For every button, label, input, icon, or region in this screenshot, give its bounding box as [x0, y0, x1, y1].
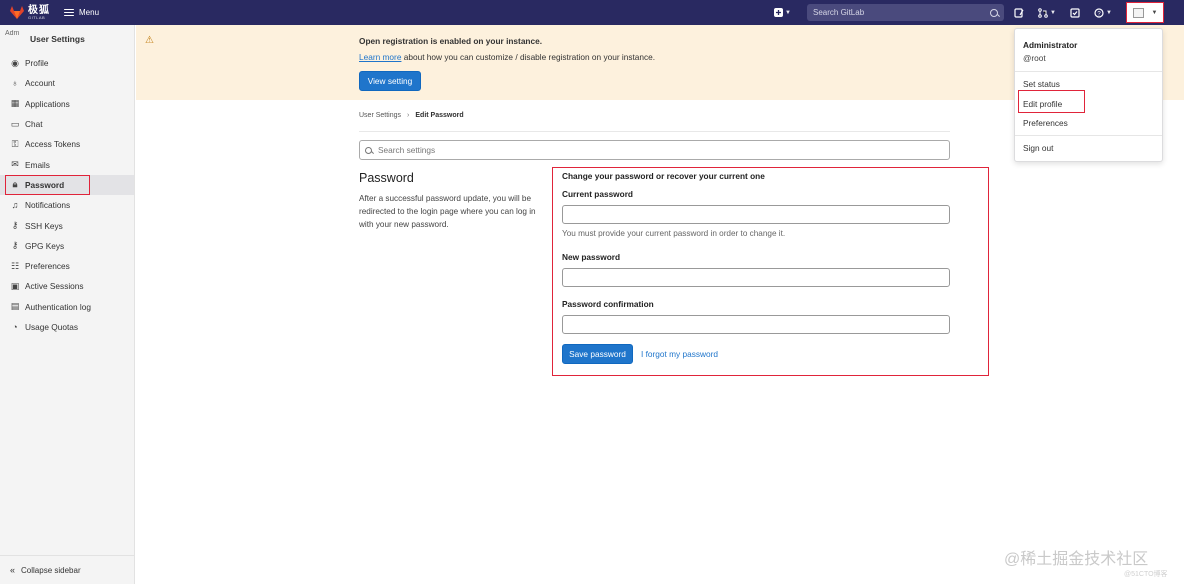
- collapse-sidebar-button[interactable]: « Collapse sidebar: [0, 555, 134, 584]
- sign-out-item[interactable]: Sign out: [1023, 143, 1053, 153]
- key-icon: ⚷: [11, 220, 19, 231]
- user-avatar-button[interactable]: ▼: [1126, 2, 1164, 23]
- search-icon: [365, 146, 372, 154]
- breadcrumb: User Settings › Edit Password: [359, 112, 464, 119]
- form-heading: Change your password or recover your cur…: [562, 171, 765, 181]
- current-password-field[interactable]: [562, 205, 950, 224]
- brand-subtext: GITLAB: [28, 14, 46, 20]
- plus-square-icon: [774, 8, 783, 17]
- learn-more-link[interactable]: Learn more: [359, 52, 401, 62]
- sidebar-item-ssh-keys[interactable]: ⚷ SSH Keys: [0, 215, 134, 235]
- new-password-field[interactable]: [562, 268, 950, 287]
- chevron-down-icon: ▼: [1050, 9, 1056, 16]
- avatar: [1132, 7, 1144, 18]
- search-icon: [990, 8, 998, 17]
- nav-icons: ▼ ? ▼: [1014, 0, 1112, 25]
- preferences-icon: ☷: [10, 260, 20, 271]
- watermark-small: @51CTO博客: [1124, 571, 1168, 578]
- global-search-input[interactable]: Search GitLab: [807, 4, 1004, 21]
- forgot-password-link[interactable]: I forgot my password: [641, 349, 718, 359]
- token-icon: ⚿: [11, 138, 19, 149]
- issues-icon[interactable]: [1014, 7, 1024, 18]
- divider: [1015, 71, 1162, 72]
- sidebar-item-access-tokens[interactable]: ⚿ Access Tokens: [0, 134, 134, 154]
- avatar: Adm: [5, 30, 20, 37]
- password-confirmation-label: Password confirmation: [562, 299, 654, 309]
- sidebar-item-usage-quotas[interactable]: ◔ Usage Quotas: [0, 317, 134, 337]
- merge-requests-icon[interactable]: ▼: [1038, 7, 1056, 18]
- bell-icon: ♫: [11, 200, 19, 211]
- sidebar-item-profile[interactable]: ◉ Profile: [0, 53, 134, 73]
- password-confirmation-field[interactable]: [562, 315, 950, 334]
- warning-icon: ⚠: [145, 35, 154, 46]
- sidebar-item-applications[interactable]: ▦ Applications: [0, 94, 134, 114]
- user-dropdown-menu: Administrator @root Set status Edit prof…: [1014, 28, 1163, 162]
- section-description: After a successful password update, you …: [359, 194, 536, 229]
- search-settings-input[interactable]: Search settings: [359, 140, 950, 160]
- highlight-box: [5, 174, 90, 195]
- search-settings-placeholder: Search settings: [378, 145, 436, 155]
- sidebar-nav: ◉ Profile ♁ Account ▦ Applications ▭ Chat ⚿ A…: [0, 53, 134, 337]
- watermark: @稀土掘金技术社区: [1004, 551, 1149, 568]
- preferences-item[interactable]: Preferences: [1023, 118, 1068, 128]
- sidebar-item-chat[interactable]: ▭ Chat: [0, 114, 134, 134]
- create-new-button[interactable]: ▼: [774, 0, 791, 25]
- double-chevron-left-icon: «: [10, 565, 16, 575]
- applications-icon: ▦: [10, 98, 20, 109]
- sidebar-item-password[interactable]: 🔒︎ Password: [0, 174, 134, 196]
- top-navbar: 极狐 GITLAB Menu ▼ Search GitLab ▼ ? ▼ ▼: [0, 0, 1184, 25]
- save-password-button[interactable]: Save password: [562, 344, 633, 364]
- divider: [359, 131, 950, 132]
- fox-logo-icon: [10, 6, 24, 19]
- profile-icon: ◉: [11, 57, 19, 68]
- sidebar-item-account[interactable]: ♁ Account: [0, 73, 134, 93]
- breadcrumb-user-settings[interactable]: User Settings: [359, 112, 401, 119]
- monitor-icon: ▣: [10, 280, 20, 291]
- new-password-label: New password: [562, 252, 621, 262]
- sidebar-item-emails[interactable]: ✉ Emails: [0, 154, 134, 174]
- hamburger-icon: [64, 8, 74, 17]
- current-password-label: Current password: [562, 189, 633, 199]
- quota-icon: ◔: [12, 322, 18, 332]
- edit-profile-item[interactable]: Edit profile: [1023, 99, 1062, 109]
- section-title: Password: [359, 171, 414, 185]
- banner-text: Learn more about how you can customize /…: [359, 52, 656, 62]
- sidebar-header[interactable]: Adm User Settings: [0, 25, 134, 53]
- chevron-down-icon: ▼: [785, 9, 791, 16]
- sidebar-item-gpg-keys[interactable]: ⚷ GPG Keys: [0, 236, 134, 256]
- dropdown-user-name[interactable]: Administrator: [1023, 40, 1077, 50]
- set-status-item[interactable]: Set status: [1023, 79, 1060, 89]
- chevron-right-icon: ›: [407, 112, 410, 119]
- sidebar-item-preferences[interactable]: ☷ Preferences: [0, 256, 134, 276]
- menu-label: Menu: [79, 8, 100, 17]
- chevron-down-icon: ▼: [1105, 9, 1112, 16]
- settings-sidebar: Adm User Settings ◉ Profile ♁ Account ▦ App…: [0, 25, 135, 584]
- sidebar-item-authentication-log[interactable]: ▤ Authentication log: [0, 297, 134, 317]
- brand-logo-link[interactable]: 极狐 GITLAB: [10, 4, 50, 20]
- sidebar-item-notifications[interactable]: ♫ Notifications: [0, 195, 134, 215]
- search-placeholder: Search GitLab: [813, 8, 865, 17]
- sidebar-title: User Settings: [30, 34, 85, 44]
- todo-icon[interactable]: [1070, 7, 1080, 18]
- chat-icon: ▭: [10, 118, 20, 129]
- current-password-help: You must provide your current password i…: [562, 229, 786, 238]
- divider: [1015, 135, 1162, 136]
- log-icon: ▤: [10, 301, 20, 312]
- chevron-down-icon: ▼: [1151, 9, 1158, 16]
- brand-text: 极狐: [28, 4, 50, 16]
- help-icon[interactable]: ? ▼: [1094, 7, 1112, 18]
- banner-title: Open registration is enabled on your ins…: [359, 36, 543, 46]
- dropdown-username: @root: [1023, 53, 1046, 63]
- breadcrumb-current: Edit Password: [415, 112, 464, 119]
- account-icon: ♁: [11, 78, 19, 89]
- key-icon: ⚷: [11, 240, 19, 251]
- mail-icon: ✉: [11, 159, 19, 170]
- sidebar-item-active-sessions[interactable]: ▣ Active Sessions: [0, 276, 134, 296]
- menu-button[interactable]: Menu: [64, 8, 99, 17]
- view-setting-button[interactable]: View setting: [359, 71, 421, 91]
